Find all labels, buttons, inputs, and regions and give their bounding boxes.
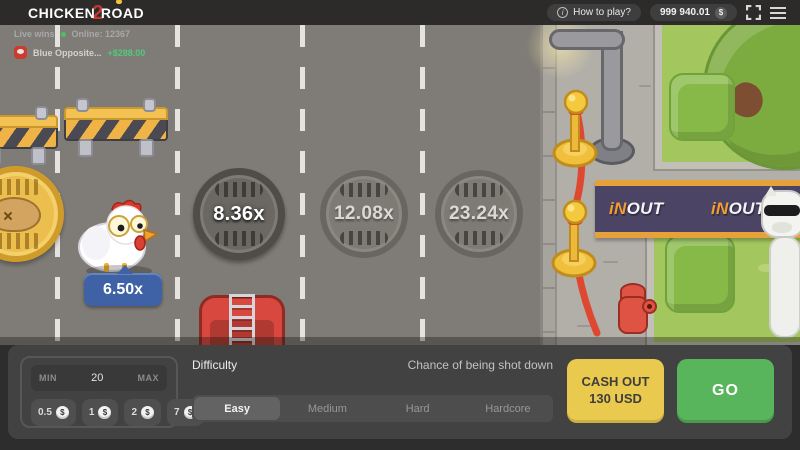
multiplier-value: 12.08x <box>334 203 394 225</box>
inout-logo-out: OUT <box>627 199 664 218</box>
app-logo: CHICKEN 2 ROAD <box>28 1 144 24</box>
lane-divider <box>300 25 305 345</box>
go-label: GO <box>712 382 739 400</box>
game-area: Live wins Online: 12367 Blue Opposite...… <box>0 25 800 345</box>
tab-hard[interactable]: Hard <box>375 397 461 420</box>
cash-out-line1: CASH OUT <box>582 374 650 391</box>
current-multiplier-value: 6.50x <box>103 281 143 299</box>
fire-hydrant <box>613 283 653 339</box>
chance-label: Chance of being shot down <box>408 358 553 372</box>
bet-amount-input[interactable]: 20 <box>91 372 103 384</box>
road-barrier <box>64 107 168 141</box>
balance-value: 999 940.01 <box>660 7 710 18</box>
live-wins-label: Live wins <box>14 29 55 39</box>
cat-body <box>769 236 800 338</box>
winner-name: Blue Opposite... <box>33 48 102 58</box>
coin-icon: $ <box>98 406 111 419</box>
chip-2-button[interactable]: 2 $ <box>124 399 161 426</box>
min-button[interactable]: MIN <box>39 373 57 383</box>
online-count: Online: 12367 <box>72 29 131 39</box>
chip-label: 2 <box>131 407 137 418</box>
fullscreen-icon[interactable] <box>746 5 761 20</box>
barrier-cap <box>35 106 48 120</box>
bet-amount-bar: MIN 20 MAX <box>31 365 167 391</box>
road-barrier <box>0 115 58 149</box>
cash-out-button[interactable]: CASH OUT 130 USD <box>567 359 664 423</box>
cat-head <box>761 190 800 238</box>
how-to-play-button[interactable]: i How to play? <box>547 4 641 21</box>
multiplier-value: 8.36x <box>213 203 265 226</box>
sunglasses-icon <box>764 205 800 216</box>
info-icon: i <box>557 7 568 18</box>
tab-hardcore[interactable]: Hardcore <box>465 397 551 420</box>
hydrant-nozzle <box>642 299 657 314</box>
lane-divider <box>55 25 60 345</box>
chip-label: 7 <box>174 407 180 418</box>
lane-divider <box>175 25 180 345</box>
inout-logo-out: OUT <box>729 199 766 218</box>
multiplier-value: 23.24x <box>449 203 509 225</box>
coin-icon: $ <box>141 406 154 419</box>
barrier-cap <box>143 98 156 112</box>
go-button[interactable]: GO <box>677 359 774 423</box>
chicken-character <box>74 199 166 273</box>
cash-out-line2: 130 USD <box>589 391 642 408</box>
x-eyes-icon <box>3 211 13 221</box>
current-multiplier-badge: 6.50x <box>84 273 162 306</box>
difficulty-tabs: Easy Medium Hard Hardcore <box>192 395 553 422</box>
menu-icon[interactable] <box>770 7 786 19</box>
chip-0.5-button[interactable]: 0.5 $ <box>31 399 76 426</box>
tab-easy[interactable]: Easy <box>194 397 280 420</box>
road-edge-shadow <box>0 337 800 345</box>
barrier-cap <box>76 98 89 112</box>
logo-chick-icon <box>116 0 122 4</box>
cat-muzzle <box>772 222 792 233</box>
top-bar: CHICKEN 2 ROAD i How to play? 999 940.01… <box>0 0 800 25</box>
barrier-leg <box>31 147 46 165</box>
inout-logo-in: iN <box>609 199 627 218</box>
sidewalk: iNOUT iNOUT <box>540 25 800 345</box>
barrier-leg <box>139 139 154 157</box>
logo-text-chicken: CHICKEN <box>28 5 95 21</box>
bush <box>669 73 735 141</box>
manhole-multiplier: 8.36x <box>193 168 285 260</box>
coin-icon: $ <box>56 406 69 419</box>
max-button[interactable]: MAX <box>138 373 160 383</box>
inout-logo: iNOUT <box>609 199 663 219</box>
cat-mascot <box>761 190 800 340</box>
live-win-row: Blue Opposite... +$288.00 <box>14 46 145 59</box>
chip-1-button[interactable]: 1 $ <box>82 399 119 426</box>
bush <box>665 235 735 313</box>
logo-text-road: ROAD <box>101 5 144 21</box>
how-to-play-label: How to play? <box>573 7 631 18</box>
lane-divider <box>420 25 425 345</box>
balance-display: 999 940.01 $ <box>650 4 737 21</box>
chicken-icon <box>74 199 166 273</box>
live-feed: Live wins Online: 12367 Blue Opposite...… <box>14 29 145 59</box>
win-amount: +$288.00 <box>108 48 146 58</box>
inout-logo-in: iN <box>711 199 729 218</box>
barrier-leg <box>78 139 93 157</box>
cat-ear <box>765 186 777 196</box>
player-avatar <box>14 46 27 59</box>
bet-card: MIN 20 MAX 0.5 $ 1 $ 2 $ 7 $ <box>20 356 178 428</box>
lamp-arm <box>549 29 625 50</box>
manhole-multiplier: 23.24x <box>435 170 523 258</box>
cooked-chicken-icon <box>0 197 41 232</box>
tab-medium[interactable]: Medium <box>284 397 370 420</box>
bottom-panel: MIN 20 MAX 0.5 $ 1 $ 2 $ 7 $ Difficulty <box>8 345 792 439</box>
difficulty-label: Difficulty <box>192 358 237 372</box>
chip-label: 1 <box>89 407 95 418</box>
barrier-leg <box>0 147 1 165</box>
manhole-multiplier: 12.08x <box>320 170 408 258</box>
paving-joint <box>639 85 651 87</box>
chip-label: 0.5 <box>38 407 52 418</box>
currency-coin-icon: $ <box>715 7 727 19</box>
chip-row: 0.5 $ 1 $ 2 $ 7 $ <box>31 399 204 426</box>
inout-logo: iNOUT <box>711 199 765 219</box>
online-dot-icon <box>61 32 66 37</box>
